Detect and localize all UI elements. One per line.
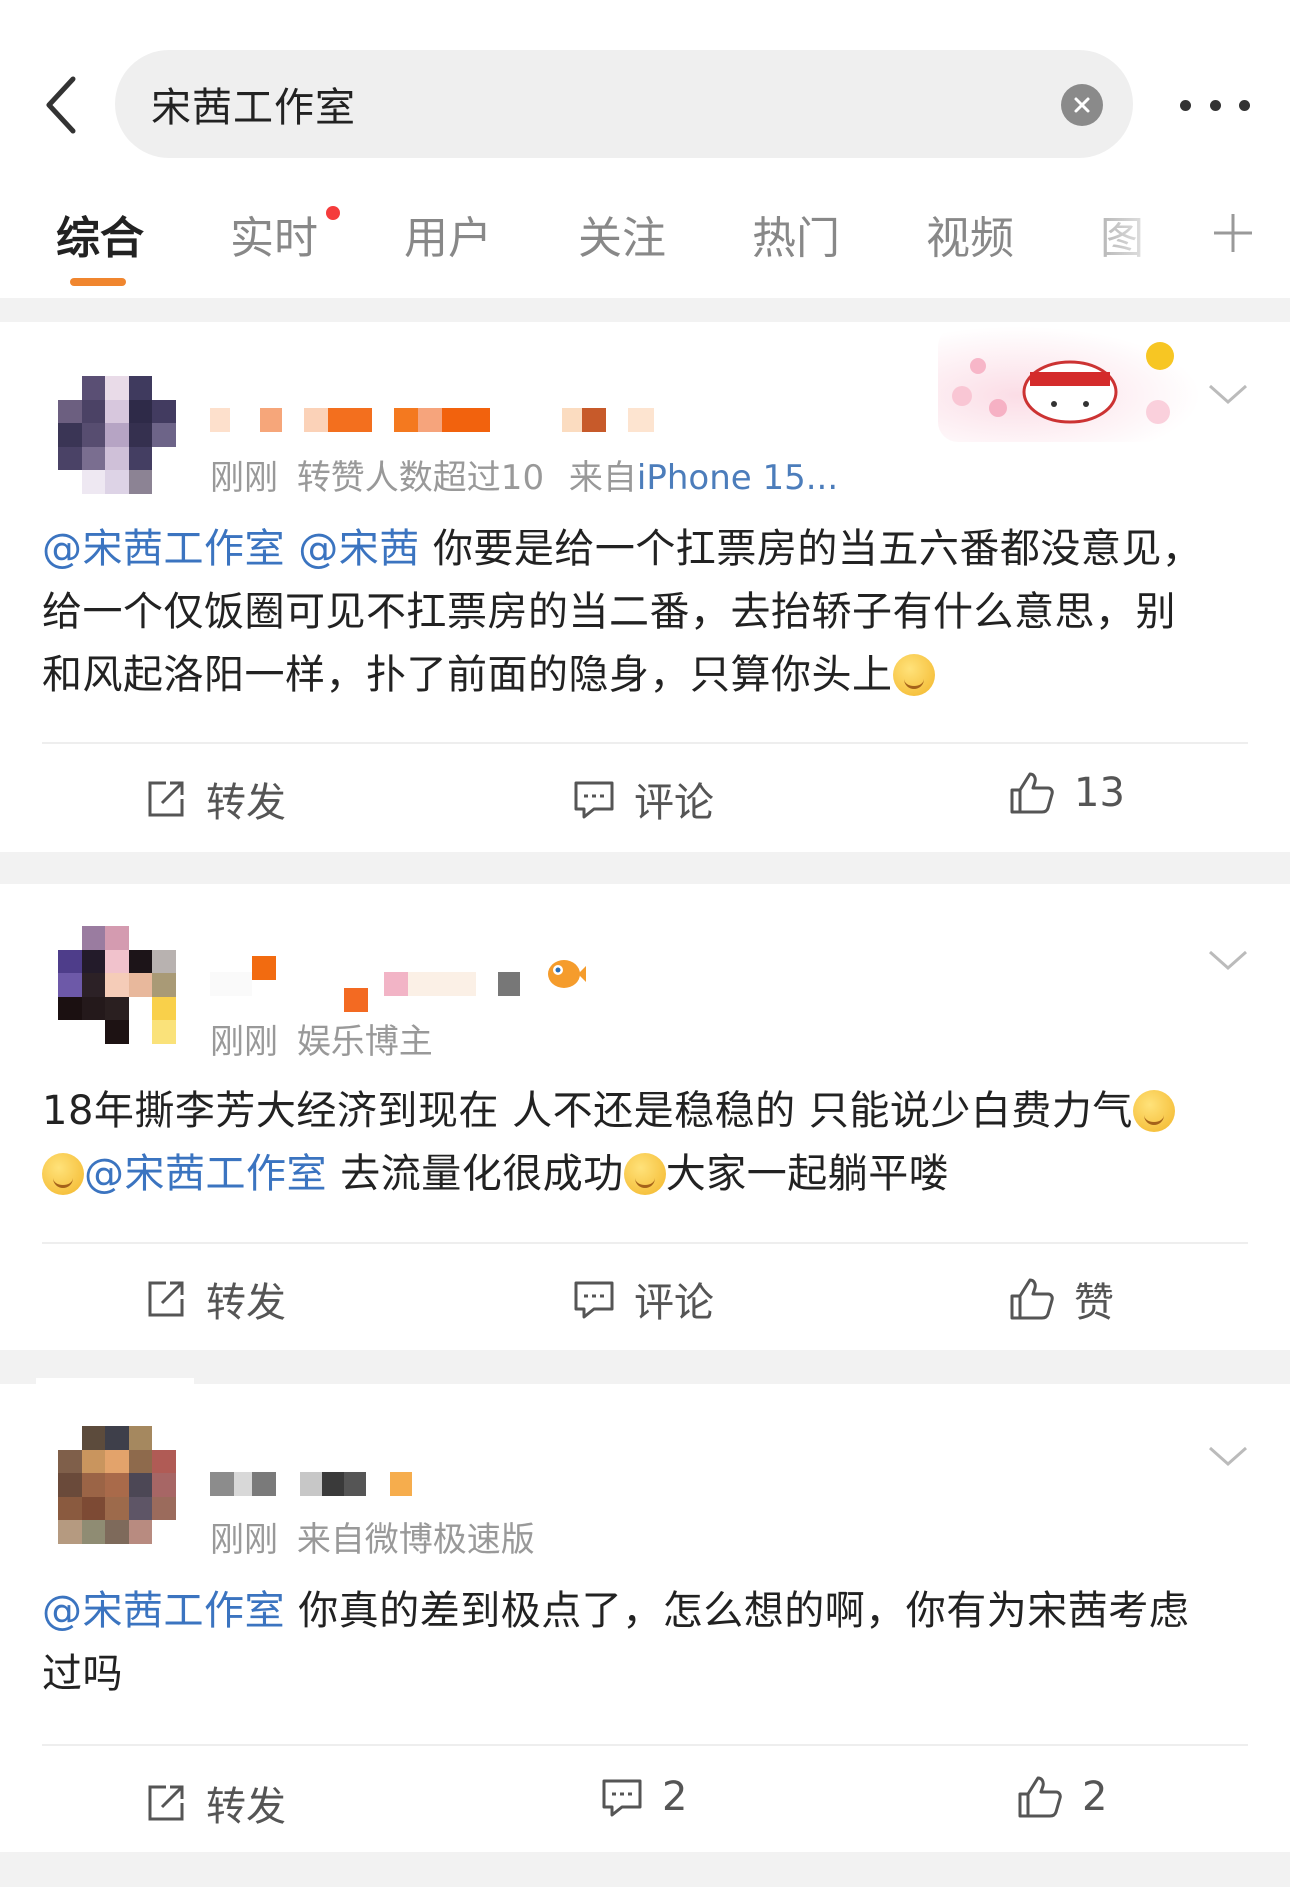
post-text: 和风起洛阳一样，扑了前面的隐身，只算你头上 — [42, 652, 893, 698]
like-button[interactable]: 13 — [1008, 770, 1125, 816]
more-dot-icon — [1239, 99, 1250, 111]
chevron-down-icon[interactable] — [1206, 946, 1250, 974]
post-source[interactable]: iPhone 15... — [637, 458, 838, 498]
post-user-tag: 娱乐博主 — [296, 1022, 433, 1062]
post-time: 刚刚 — [210, 1520, 278, 1560]
comment-button[interactable]: 评论 — [572, 770, 714, 828]
post-content: @宋茜工作室 你真的差到极点了，怎么想的啊，你有为宋茜考虑 过吗 — [42, 1580, 1252, 1706]
divider — [42, 1744, 1248, 1746]
post-source: 来自微博极速版 — [296, 1520, 535, 1560]
comment-count: 2 — [662, 1774, 688, 1820]
repost-button[interactable]: 转发 — [144, 770, 286, 828]
more-dot-icon — [1209, 99, 1221, 111]
divider — [42, 742, 1248, 744]
more-button[interactable] — [1180, 80, 1250, 130]
shush-emoji-icon — [1132, 1090, 1175, 1132]
repost-button[interactable]: 转发 — [144, 1774, 286, 1832]
comment-button[interactable]: 评论 — [572, 1270, 714, 1328]
post-source-prefix: 来自 — [568, 458, 637, 498]
post-text: 你真的差到极点了，怎么想的啊，你有为宋茜考虑 — [298, 1588, 1190, 1634]
tab-realtime[interactable]: 实时 — [230, 202, 318, 266]
fish-badge-icon — [548, 960, 586, 988]
search-query: 宋茜工作室 — [151, 85, 356, 131]
post-meta: 刚刚 转赞人数超过10 来自iPhone 15... — [210, 450, 838, 499]
post-text: 去流量化很成功 — [340, 1151, 624, 1197]
back-button[interactable] — [30, 70, 90, 140]
like-button[interactable]: 赞 — [1008, 1270, 1114, 1328]
tab-bar: 综合 实时 用户 关注 热门 视频 图 — [0, 190, 1290, 290]
comment-label: 评论 — [634, 780, 714, 826]
post-content: 18年撕李芳大经济到现在 人不还是稳稳的 只能说少白费力气 @宋茜工作室 去流量… — [42, 1080, 1252, 1206]
tab-users[interactable]: 用户 — [404, 202, 492, 266]
plus-icon[interactable] — [1212, 212, 1254, 254]
post-time: 刚刚 — [210, 458, 278, 498]
more-dot-icon — [1180, 99, 1191, 111]
avatar[interactable] — [58, 376, 176, 494]
post-card[interactable]: 刚刚 来自微博极速版 @宋茜工作室 你真的差到极点了，怎么想的啊，你有为宋茜考虑… — [0, 1384, 1290, 1852]
close-icon — [1074, 97, 1090, 113]
repost-label: 转发 — [206, 1280, 286, 1326]
mention-link[interactable]: @宋茜 — [298, 526, 420, 572]
tab-video[interactable]: 视频 — [926, 202, 1014, 266]
clear-search-button[interactable] — [1061, 84, 1103, 126]
post-meta: 刚刚 娱乐博主 — [210, 1014, 433, 1063]
cartoon-bowl-icon — [952, 342, 1174, 424]
repost-icon — [148, 1785, 184, 1821]
post-repost-note: 转赞人数超过10 — [296, 458, 545, 498]
avatar[interactable] — [58, 926, 176, 1044]
header: 宋茜工作室 综合 实时 用户 关注 热门 视频 图 — [0, 0, 1290, 298]
smile-emoji-icon — [892, 654, 935, 696]
post-text: 18年撕李芳大经济到现在 人不还是稳稳的 只能说少白费力气 — [42, 1088, 1133, 1134]
repost-icon — [148, 1281, 184, 1317]
post-card[interactable]: 刚刚 转赞人数超过10 来自iPhone 15... @宋茜工作室 @宋茜 你要… — [0, 322, 1290, 852]
post-card[interactable]: 刚刚 娱乐博主 18年撕李芳大经济到现在 人不还是稳稳的 只能说少白费力气 @宋… — [0, 884, 1290, 1350]
app: 宋茜工作室 综合 实时 用户 关注 热门 视频 图 — [0, 0, 1290, 1887]
like-button[interactable]: 2 — [1016, 1774, 1107, 1820]
comment-icon — [574, 1281, 614, 1319]
chevron-down-icon[interactable] — [1206, 380, 1250, 408]
avatar[interactable] — [58, 1426, 176, 1544]
comment-button[interactable]: 2 — [600, 1774, 687, 1820]
thumbs-up-icon — [1018, 1776, 1062, 1818]
username-blurred[interactable] — [210, 390, 654, 450]
shocked-emoji-icon — [623, 1153, 666, 1195]
search-input[interactable]: 宋茜工作室 — [115, 50, 1133, 158]
username-blurred[interactable] — [210, 1454, 412, 1514]
post-text: 大家一起躺平喽 — [665, 1151, 950, 1197]
repost-button[interactable]: 转发 — [144, 1270, 286, 1328]
divider — [42, 1242, 1248, 1244]
like-label: 赞 — [1074, 1280, 1114, 1326]
tab-hot[interactable]: 热门 — [752, 202, 840, 266]
thumbs-up-icon — [1010, 772, 1054, 814]
repost-label: 转发 — [206, 780, 286, 826]
decoration-sticker — [938, 326, 1202, 442]
post-text: 你要是给一个扛票房的当五六番都没意见， — [432, 526, 1203, 572]
notification-dot — [326, 206, 340, 220]
mention-link[interactable]: @宋茜工作室 — [42, 1588, 285, 1634]
chevron-left-icon — [46, 76, 76, 134]
active-tab-indicator — [70, 278, 126, 286]
post-content: @宋茜工作室 @宋茜 你要是给一个扛票房的当五六番都没意见， 给一个仅饭圈可见不… — [42, 518, 1252, 707]
post-text: 给一个仅饭圈可见不扛票房的当二番，去抬轿子有什么意思，别 — [42, 589, 1176, 635]
chevron-down-icon[interactable] — [1206, 1442, 1250, 1470]
comment-icon — [602, 1779, 642, 1817]
username-blurred[interactable] — [210, 954, 586, 1014]
repost-label: 转发 — [206, 1784, 286, 1830]
post-meta: 刚刚 来自微博极速版 — [210, 1512, 535, 1561]
post-time: 刚刚 — [210, 1022, 278, 1062]
like-count: 13 — [1074, 770, 1125, 816]
tab-comprehensive[interactable]: 综合 — [56, 202, 144, 266]
tab-following[interactable]: 关注 — [578, 202, 666, 266]
repost-icon — [148, 781, 184, 817]
comment-icon — [574, 781, 614, 819]
like-count: 2 — [1082, 1774, 1108, 1820]
thumbs-up-icon — [1010, 1278, 1054, 1320]
mention-link[interactable]: @宋茜工作室 — [84, 1151, 327, 1197]
shush-emoji-icon — [42, 1153, 84, 1195]
mention-link[interactable]: @宋茜工作室 — [42, 526, 285, 572]
comment-label: 评论 — [634, 1280, 714, 1326]
tab-fade-overlay — [1050, 190, 1200, 280]
post-text: 过吗 — [42, 1651, 123, 1697]
